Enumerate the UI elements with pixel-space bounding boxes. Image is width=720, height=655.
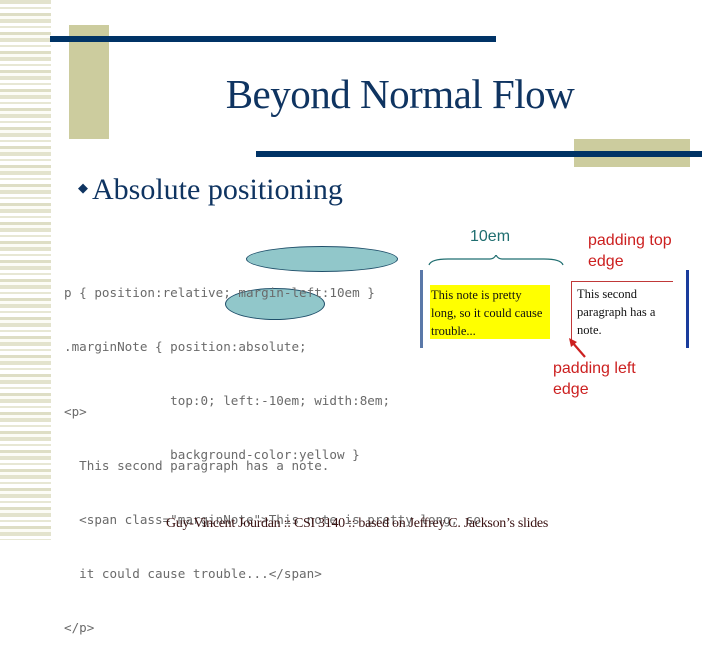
diamond-bullet-icon: ◆ [78, 180, 88, 195]
bullet-text: Absolute positioning [92, 173, 343, 206]
paragraph-box: This second paragraph has a note. [571, 281, 673, 341]
title-rule-top [50, 36, 496, 42]
decorative-olive-block-top [69, 25, 109, 139]
arrow-icon [569, 338, 586, 358]
code-line: p { position:relative; margin-left:10em … [64, 285, 375, 300]
label-line: padding left [553, 360, 636, 377]
code-line: This second paragraph has a note. [64, 458, 330, 473]
code-line: it could cause trouble...</span> [64, 566, 322, 581]
containing-block-right-edge [686, 270, 689, 348]
label-line: edge [553, 381, 589, 398]
bullet-item: ◆ Absolute positioning [78, 173, 343, 207]
padding-left-label: padding left edge [553, 358, 636, 400]
padding-top-label: padding top edge [588, 230, 672, 272]
margin-note-box: This note is pretty long, so it could ca… [430, 285, 550, 339]
width-label: 10em [470, 228, 511, 245]
slide-title: Beyond Normal Flow [225, 71, 575, 117]
code-line: </p> [64, 620, 95, 635]
code-line: <p> [64, 404, 87, 419]
label-line: padding top [588, 232, 672, 249]
label-line: edge [588, 253, 624, 270]
code-line: .marginNote { position:absolute; [64, 339, 307, 354]
html-code-block: <p> This second paragraph has a note. <s… [64, 367, 481, 655]
decorative-stripes [0, 0, 51, 540]
slide-footer: Guy-Vincent Jourdan :: CSI 3140 :: based… [166, 516, 548, 531]
title-rule-bottom [256, 151, 702, 157]
brace-icon [428, 255, 564, 266]
containing-block-left-edge [420, 270, 423, 348]
